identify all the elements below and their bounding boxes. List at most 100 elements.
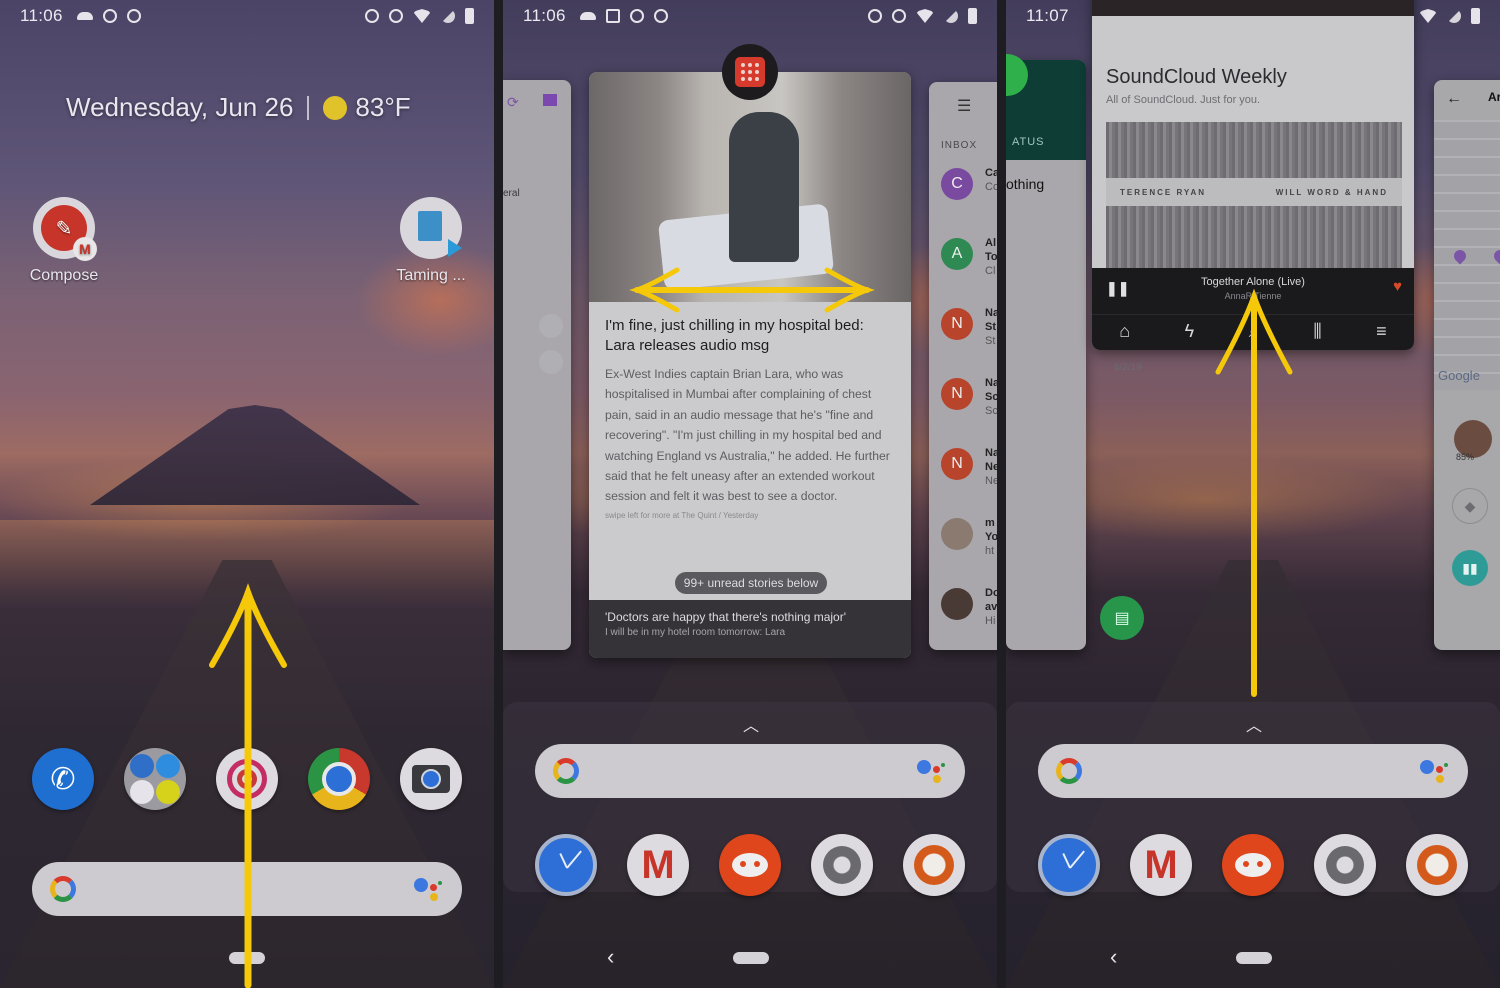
shield-phone-icon xyxy=(629,9,644,23)
inshorts-app-icon[interactable] xyxy=(722,44,778,100)
google-search-bar[interactable] xyxy=(1038,744,1468,798)
mail-sender-avatar xyxy=(941,518,973,550)
google-search-bar[interactable] xyxy=(32,862,462,916)
mail-sender-avatar xyxy=(941,588,973,620)
whatsapp-app-card[interactable]: ATUS othing xyxy=(1006,60,1086,650)
google-assistant-icon[interactable] xyxy=(1420,758,1450,784)
mini-player[interactable]: ❚❚ Together Alone (Live) AnnaRiTienne ♥ … xyxy=(1092,268,1414,350)
google-search-bar[interactable] xyxy=(535,744,965,798)
mail-snippet-line: ht xyxy=(985,545,995,557)
settings-app-icon[interactable] xyxy=(903,834,965,896)
back-icon[interactable]: ‹ xyxy=(607,944,614,970)
news-headline[interactable]: I'm fine, just chilling in my hospital b… xyxy=(605,316,895,356)
wifi-icon xyxy=(413,9,431,23)
gmail-app-icon[interactable]: M xyxy=(627,834,689,896)
mail-list-item[interactable]: Na Sc Sc xyxy=(985,376,997,418)
wifi-icon xyxy=(916,9,934,23)
reddit-app-icon[interactable] xyxy=(719,834,781,896)
unread-stories-pill[interactable]: 99+ unread stories below xyxy=(675,572,827,594)
menu-icon: ☰ xyxy=(957,98,972,115)
mail-snippet-line: To xyxy=(985,251,997,263)
mail-snippet-line: St xyxy=(985,321,996,333)
at-a-glance-widget[interactable]: Wednesday, Jun 26 83°F xyxy=(66,92,411,123)
news-body-text: Ex-West Indies captain Brian Lara, who w… xyxy=(605,367,890,504)
home-gesture-pill[interactable] xyxy=(1236,952,1272,964)
cloud-icon xyxy=(579,12,596,20)
mail-snippet-line: m xyxy=(985,517,995,529)
album-artist: TERENCE RYAN xyxy=(1120,187,1207,197)
playlist-title[interactable]: SoundCloud Weekly xyxy=(1106,66,1287,89)
mail-list-item[interactable]: Ca Co xyxy=(985,166,997,194)
mail-snippet-line: Do xyxy=(985,587,997,599)
reddit-alien-icon xyxy=(732,853,768,877)
mail-list-item[interactable]: Al To Cl xyxy=(985,236,997,278)
news-app-card[interactable]: I'm fine, just chilling in my hospital b… xyxy=(589,72,911,658)
battery-icon xyxy=(968,8,977,24)
authenticator-app-icon[interactable] xyxy=(811,834,873,896)
chevron-up-icon[interactable]: ︿ xyxy=(743,712,759,736)
temperature-text[interactable]: 83°F xyxy=(355,92,410,123)
contact-battery-level: 85% xyxy=(1456,452,1475,462)
book-icon xyxy=(400,197,462,259)
search-icon[interactable]: ⌕ xyxy=(1249,321,1259,342)
mail-list-item[interactable]: Do av Hi xyxy=(985,586,997,628)
next-story-preview[interactable]: 'Doctors are happy that there's nothing … xyxy=(589,600,911,658)
google-assistant-icon[interactable] xyxy=(414,876,444,902)
home-icon[interactable]: ⌂ xyxy=(1119,321,1130,342)
settings-app-icon[interactable] xyxy=(1406,834,1468,896)
soundcloud-app-card[interactable]: SoundCloud Weekly All of SoundCloud. Jus… xyxy=(1092,0,1414,350)
taming-shortcut[interactable]: Taming ... xyxy=(381,197,481,285)
google-g-icon xyxy=(1056,758,1082,784)
date-text[interactable]: Wednesday, Jun 26 xyxy=(66,92,293,123)
phone-app-icon[interactable]: ✆ xyxy=(32,748,94,810)
back-icon[interactable]: ‹ xyxy=(1110,944,1117,970)
heart-icon[interactable]: ♥ xyxy=(1393,278,1402,295)
mail-list-item[interactable]: Na St St xyxy=(985,306,997,348)
maps-app-card[interactable]: ← Ar Google 85% ◆ ▮▮ xyxy=(1434,80,1500,650)
back-arrow-icon[interactable]: ← xyxy=(1446,90,1462,108)
app-folder-icon[interactable] xyxy=(124,748,186,810)
dock: M xyxy=(1038,834,1468,896)
mail-list-item[interactable]: m Yo ht xyxy=(985,516,997,558)
menu-icon[interactable]: ≡ xyxy=(1376,321,1387,342)
alarm-icon xyxy=(868,9,882,23)
snapchat-icon xyxy=(156,780,180,804)
wifi-icon xyxy=(1419,9,1437,23)
compose-shortcut[interactable]: ✎ M Compose xyxy=(14,197,114,285)
gmail-app-card[interactable]: ☰ INBOX C Ca Co A Al To Cl N Na St St N Na Sc Sc N Na Ne N… xyxy=(929,82,997,650)
chrome-app-icon[interactable] xyxy=(308,748,370,810)
mail-list-item[interactable]: Na Ne Ne xyxy=(985,446,997,488)
new-chat-fab-icon[interactable]: ▤ xyxy=(1100,596,1144,640)
mail-sender-avatar: A xyxy=(941,238,973,270)
google-g-icon xyxy=(553,758,579,784)
clock-app-icon[interactable] xyxy=(535,834,597,896)
stream-lightning-icon[interactable]: ϟ xyxy=(1185,321,1195,342)
news-image xyxy=(589,72,911,302)
authenticator-app-icon[interactable] xyxy=(1314,834,1376,896)
stats-chart-icon[interactable]: ▮▮ xyxy=(1452,550,1488,586)
podcasts-app-icon[interactable] xyxy=(216,748,278,810)
library-icon[interactable]: ⫼ xyxy=(1313,321,1321,342)
status-time: 11:06 xyxy=(523,6,566,25)
chevron-up-icon[interactable]: ︿ xyxy=(1246,712,1262,736)
mail-sender-avatar: N xyxy=(941,378,973,410)
map-view[interactable] xyxy=(1434,120,1500,390)
recent-app-card-left[interactable]: ⟳ eral xyxy=(503,80,571,650)
gmail-app-icon[interactable]: M xyxy=(1130,834,1192,896)
notification-app-icon xyxy=(653,9,668,23)
album-art[interactable]: TERENCE RYAN WILL WORD & HAND xyxy=(1106,122,1402,272)
shortcut-label: Compose xyxy=(29,267,99,284)
clock-app-icon[interactable] xyxy=(1038,834,1100,896)
google-assistant-icon[interactable] xyxy=(917,758,947,784)
directions-icon[interactable]: ◆ xyxy=(1452,488,1488,524)
home-screen-panel: 11:06 Wednesday, Jun 26 83°F ✎ M Compose xyxy=(0,0,494,988)
maps-title: Ar xyxy=(1488,90,1500,104)
map-pin-icon xyxy=(1451,247,1469,265)
camera-app-icon[interactable] xyxy=(400,748,462,810)
reddit-app-icon[interactable] xyxy=(1222,834,1284,896)
battery-icon xyxy=(465,8,474,24)
home-gesture-pill[interactable] xyxy=(733,952,769,964)
mail-snippet-line: Yo xyxy=(985,531,997,543)
status-tab[interactable]: ATUS xyxy=(1012,136,1045,148)
home-gesture-pill[interactable] xyxy=(229,952,265,964)
